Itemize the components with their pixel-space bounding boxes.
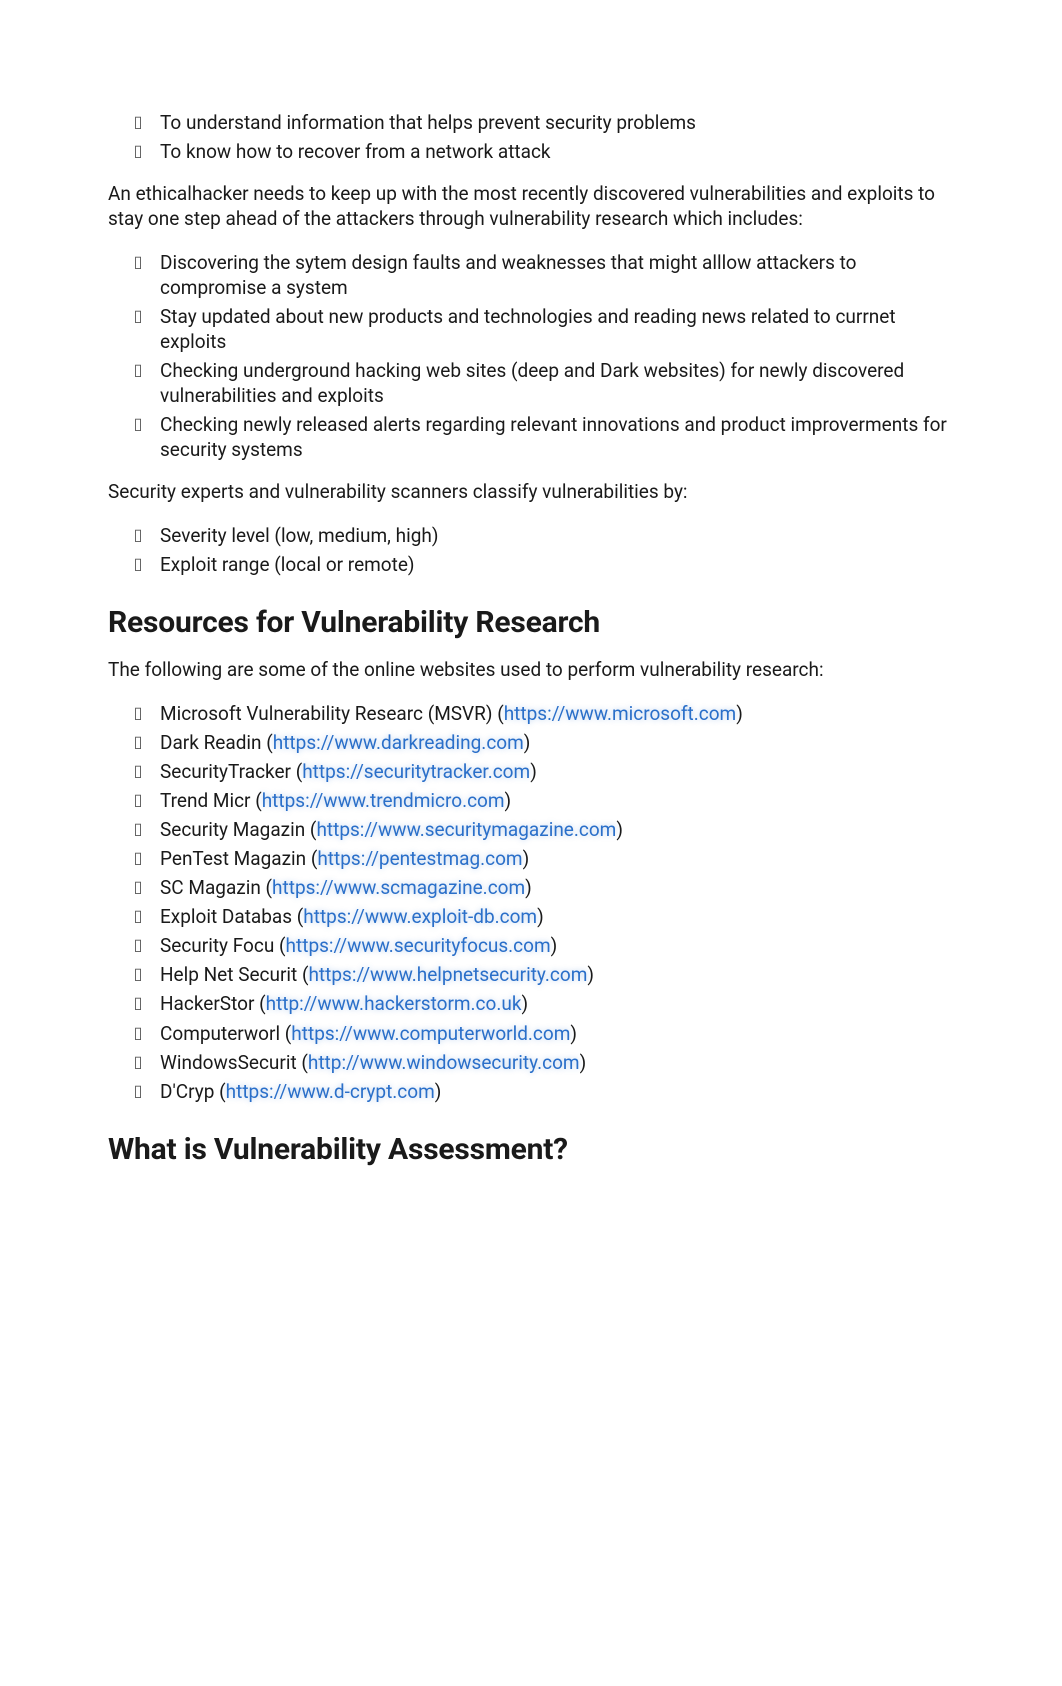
resource-label: PenTest Magazin ( bbox=[160, 847, 317, 870]
resource-link[interactable]: https://www.securitymagazine.com bbox=[316, 818, 616, 841]
resource-item: Security Magazin (https://www.securityma… bbox=[160, 817, 954, 842]
heading-assessment: What is Vulnerability Assessment? bbox=[108, 1132, 954, 1167]
resource-item: PenTest Magazin (https://pentestmag.com) bbox=[160, 846, 954, 871]
resource-item: HackerStor (http://www.hackerstorm.co.uk… bbox=[160, 991, 954, 1016]
resource-link[interactable]: http://www.windowsecurity.com bbox=[308, 1051, 580, 1074]
resource-label: Security Magazin ( bbox=[160, 818, 316, 841]
resource-tail: ) bbox=[580, 1051, 587, 1074]
list-item-text: Discovering the sytem design faults and … bbox=[160, 251, 856, 299]
paragraph-classify: Security experts and vulnerability scann… bbox=[108, 480, 954, 505]
resource-link[interactable]: https://www.trendmicro.com bbox=[262, 789, 505, 812]
list-item: To understand information that helps pre… bbox=[160, 110, 954, 135]
resource-link[interactable]: https://www.darkreading.com bbox=[273, 731, 524, 754]
resource-item: D'Cryp (https://www.d-crypt.com) bbox=[160, 1079, 954, 1104]
resource-link[interactable]: https://www.computerworld.com bbox=[291, 1022, 570, 1045]
resource-item: Security Focu (https://www.securityfocus… bbox=[160, 933, 954, 958]
heading-resources: Resources for Vulnerability Research bbox=[108, 605, 954, 640]
list-item: Discovering the sytem design faults and … bbox=[160, 250, 954, 300]
resource-label: HackerStor ( bbox=[160, 992, 266, 1015]
list-item-text: Exploit range (local or remote) bbox=[160, 553, 415, 576]
resource-tail: ) bbox=[616, 818, 623, 841]
list-item: Checking underground hacking web sites (… bbox=[160, 358, 954, 408]
list-item: Checking newly released alerts regarding… bbox=[160, 412, 954, 462]
resource-link[interactable]: http://www.hackerstorm.co.uk bbox=[266, 992, 522, 1015]
resource-item: Computerworl (https://www.computerworld.… bbox=[160, 1021, 954, 1046]
resource-label: SecurityTracker ( bbox=[160, 760, 302, 783]
resource-link[interactable]: https://www.microsoft.com bbox=[504, 702, 737, 725]
resource-tail: ) bbox=[570, 1022, 577, 1045]
resource-link[interactable]: https://www.d-crypt.com bbox=[226, 1080, 435, 1103]
resource-item: WindowsSecurit (http://www.windowsecurit… bbox=[160, 1050, 954, 1075]
resource-link[interactable]: https://pentestmag.com bbox=[317, 847, 522, 870]
resource-item: Microsoft Vulnerability Researc (MSVR) (… bbox=[160, 701, 954, 726]
resource-tail: ) bbox=[537, 905, 544, 928]
resource-link[interactable]: https://www.securityfocus.com bbox=[286, 934, 551, 957]
resource-label: SC Magazin ( bbox=[160, 876, 272, 899]
list-item-text: To understand information that helps pre… bbox=[160, 111, 696, 134]
resource-link[interactable]: https://securitytracker.com bbox=[302, 760, 530, 783]
resource-tail: ) bbox=[435, 1080, 442, 1103]
resource-item: Trend Micr (https://www.trendmicro.com) bbox=[160, 788, 954, 813]
resource-tail: ) bbox=[523, 847, 530, 870]
list-item: Stay updated about new products and tech… bbox=[160, 304, 954, 354]
list-item-text: Severity level (low, medium, high) bbox=[160, 524, 438, 547]
resource-tail: ) bbox=[551, 934, 558, 957]
resource-tail: ) bbox=[521, 992, 528, 1015]
list-item: Severity level (low, medium, high) bbox=[160, 523, 954, 548]
resource-label: Dark Readin ( bbox=[160, 731, 273, 754]
resource-tail: ) bbox=[525, 876, 532, 899]
resource-item: SC Magazin (https://www.scmagazine.com) bbox=[160, 875, 954, 900]
resource-link[interactable]: https://www.exploit-db.com bbox=[303, 905, 537, 928]
resource-item: Dark Readin (https://www.darkreading.com… bbox=[160, 730, 954, 755]
resource-tail: ) bbox=[530, 760, 537, 783]
resource-label: Help Net Securit ( bbox=[160, 963, 308, 986]
list-item-text: Checking underground hacking web sites (… bbox=[160, 359, 904, 407]
resource-tail: ) bbox=[524, 731, 531, 754]
resource-tail: ) bbox=[505, 789, 512, 812]
resource-label: Trend Micr ( bbox=[160, 789, 262, 812]
paragraph-resources-intro: The following are some of the online web… bbox=[108, 658, 954, 683]
resource-label: WindowsSecurit ( bbox=[160, 1051, 308, 1074]
classify-list: Severity level (low, medium, high) Explo… bbox=[108, 523, 954, 577]
resource-label: Security Focu ( bbox=[160, 934, 286, 957]
resource-item: SecurityTracker (https://securitytracker… bbox=[160, 759, 954, 784]
resource-item: Exploit Databas (https://www.exploit-db.… bbox=[160, 904, 954, 929]
resource-link[interactable]: https://www.helpnetsecurity.com bbox=[308, 963, 587, 986]
paragraph-ethical-hacker: An ethicalhacker needs to keep up with t… bbox=[108, 182, 954, 231]
list-item: To know how to recover from a network at… bbox=[160, 139, 954, 164]
resource-link[interactable]: https://www.scmagazine.com bbox=[272, 876, 525, 899]
resource-label: Exploit Databas ( bbox=[160, 905, 303, 928]
list-item-text: Checking newly released alerts regarding… bbox=[160, 413, 947, 461]
resource-tail: ) bbox=[587, 963, 594, 986]
list-item-text: Stay updated about new products and tech… bbox=[160, 305, 896, 353]
resource-tail: ) bbox=[736, 702, 743, 725]
intro-points-list: To understand information that helps pre… bbox=[108, 110, 954, 164]
resource-label: Microsoft Vulnerability Researc (MSVR) ( bbox=[160, 702, 504, 725]
resources-list: Microsoft Vulnerability Researc (MSVR) (… bbox=[108, 701, 954, 1104]
resource-label: Computerworl ( bbox=[160, 1022, 291, 1045]
resource-label: D'Cryp ( bbox=[160, 1080, 226, 1103]
research-includes-list: Discovering the sytem design faults and … bbox=[108, 250, 954, 463]
list-item: Exploit range (local or remote) bbox=[160, 552, 954, 577]
resource-item: Help Net Securit (https://www.helpnetsec… bbox=[160, 962, 954, 987]
list-item-text: To know how to recover from a network at… bbox=[160, 140, 551, 163]
